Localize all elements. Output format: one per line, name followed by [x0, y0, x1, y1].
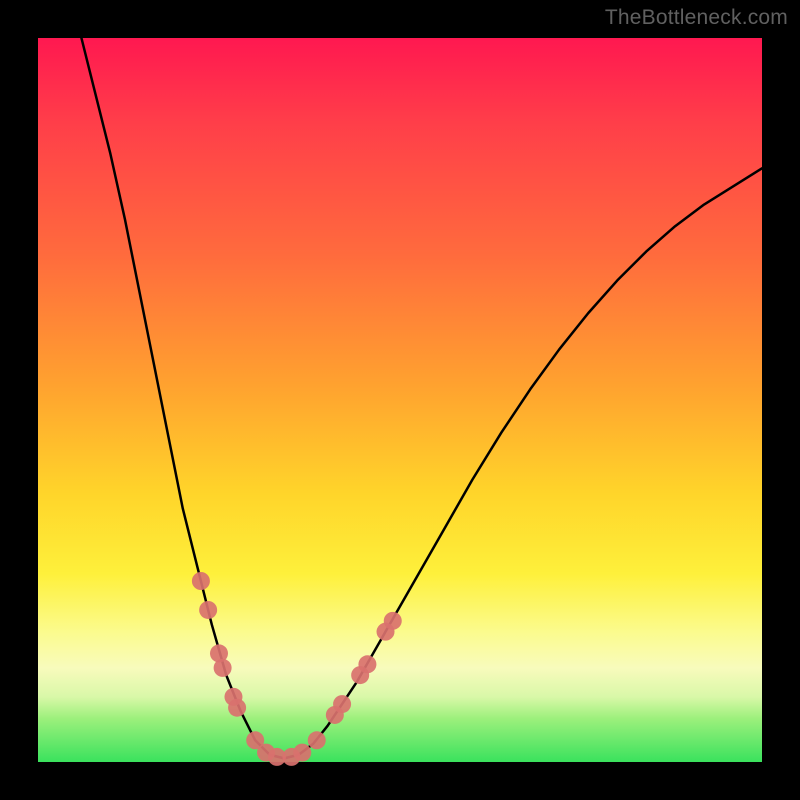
marker-point	[192, 572, 210, 590]
marker-point	[214, 659, 232, 677]
marker-point	[293, 744, 311, 762]
chart-curve	[81, 38, 762, 758]
chart-plot-area	[38, 38, 762, 762]
chart-markers	[192, 572, 402, 766]
marker-point	[228, 699, 246, 717]
marker-point	[308, 731, 326, 749]
curve-path	[81, 38, 762, 758]
marker-point	[199, 601, 217, 619]
marker-point	[384, 612, 402, 630]
chart-frame: TheBottleneck.com	[0, 0, 800, 800]
marker-point	[333, 695, 351, 713]
chart-svg	[38, 38, 762, 762]
marker-point	[358, 655, 376, 673]
watermark-text: TheBottleneck.com	[605, 6, 788, 30]
